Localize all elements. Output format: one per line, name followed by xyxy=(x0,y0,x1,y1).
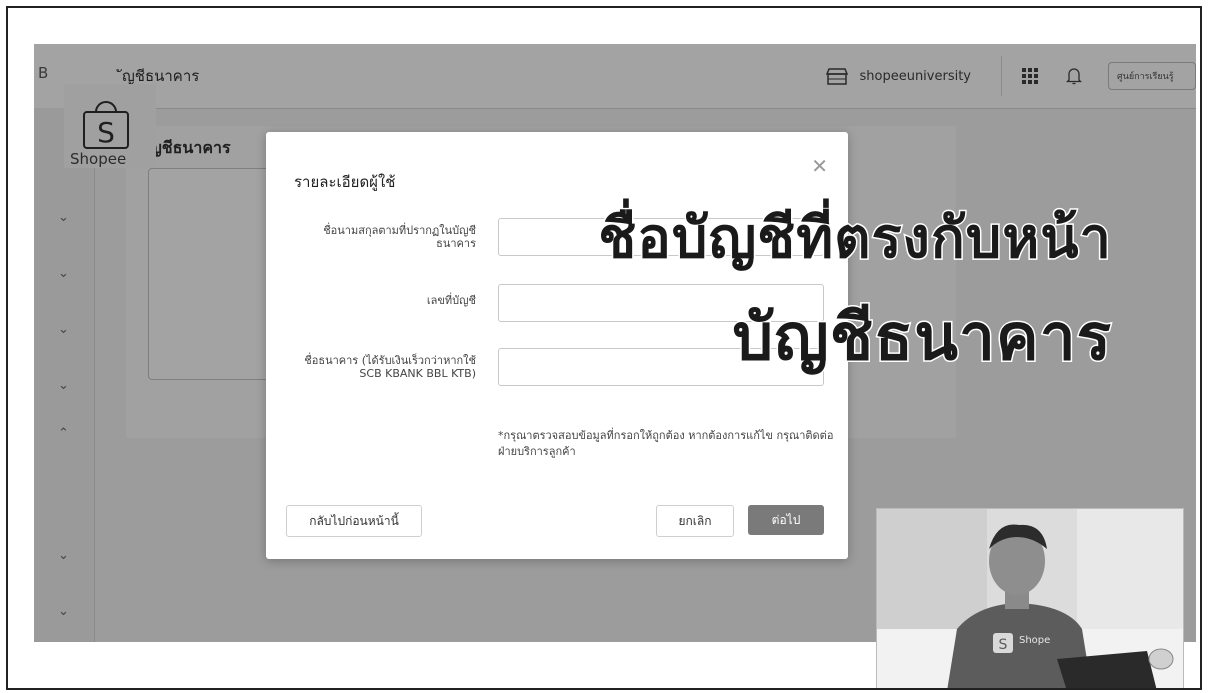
back-button[interactable]: กลับไปก่อนหน้านี้ xyxy=(286,505,422,537)
account-number-label: เลขที่บัญชี xyxy=(426,294,476,307)
chevron-down-icon[interactable]: ⌄ xyxy=(58,548,69,563)
modal-title: รายละเอียดผู้ใช้ xyxy=(294,173,396,191)
next-button[interactable]: ต่อไป xyxy=(748,505,824,535)
chevron-down-icon[interactable]: ⌄ xyxy=(58,378,69,393)
chevron-up-icon[interactable]: ⌃ xyxy=(58,426,69,441)
shopping-bag-icon: S xyxy=(83,101,129,149)
shopee-logo: S Shopee xyxy=(64,84,156,168)
apps-grid-icon[interactable] xyxy=(1022,68,1038,84)
top-header: B ัญชีธนาคาร shopeeuniversity ศูนย์การเร… xyxy=(34,44,1196,109)
logo-wordmark: Shopee xyxy=(70,150,127,168)
presenter-image: S xyxy=(877,509,1183,688)
chevron-down-icon[interactable]: ⌄ xyxy=(58,322,69,337)
chevron-down-icon[interactable]: ⌄ xyxy=(58,210,69,225)
bank-name-label: ชื่อธนาคาร (ได้รับเงินเร็วกว่าหากใช้ SCB… xyxy=(304,354,476,380)
svg-text:S: S xyxy=(97,116,115,149)
learning-center-button[interactable]: ศูนย์การเรียนรู้ xyxy=(1108,62,1196,90)
overlay-caption-line2: บัญชีธนาคาร xyxy=(731,300,1112,377)
info-note: *กรุณาตรวจสอบข้อมูลที่กรอกให้ถูกต้อง หาก… xyxy=(498,429,834,458)
overlay-caption-line1: ชื่อบัญชีที่ตรงกับหน้า xyxy=(597,205,1113,273)
chevron-down-icon[interactable]: ⌄ xyxy=(58,604,69,619)
close-icon[interactable]: ✕ xyxy=(811,154,828,178)
breadcrumb-fragment: B xyxy=(38,64,49,82)
bell-icon[interactable] xyxy=(1066,67,1082,85)
video-frame: B ัญชีธนาคาร shopeeuniversity ศูนย์การเร… xyxy=(6,6,1202,690)
shop-icon xyxy=(826,68,849,85)
sidebar: ⌄ ⌄ ⌄ ⌄ ⌃ ⌄ ⌄ ⌄ xyxy=(34,108,95,642)
chevron-down-icon[interactable]: ⌄ xyxy=(58,266,69,281)
svg-text:S: S xyxy=(999,637,1008,653)
header-right: shopeeuniversity ศูนย์การเรียนรู้ xyxy=(825,44,1196,108)
shop-name[interactable]: shopeeuniversity xyxy=(859,69,971,84)
account-name-label: ชื่อนามสกุลตามที่ปรากฏในบัญชีธนาคาร xyxy=(323,224,476,250)
presenter-webcam: S Shope xyxy=(876,508,1184,688)
shirt-logo-text: Shope xyxy=(1019,635,1051,646)
cancel-button[interactable]: ยกเลิก xyxy=(656,505,734,537)
background-inner-box xyxy=(148,168,270,380)
divider xyxy=(1001,56,1002,96)
